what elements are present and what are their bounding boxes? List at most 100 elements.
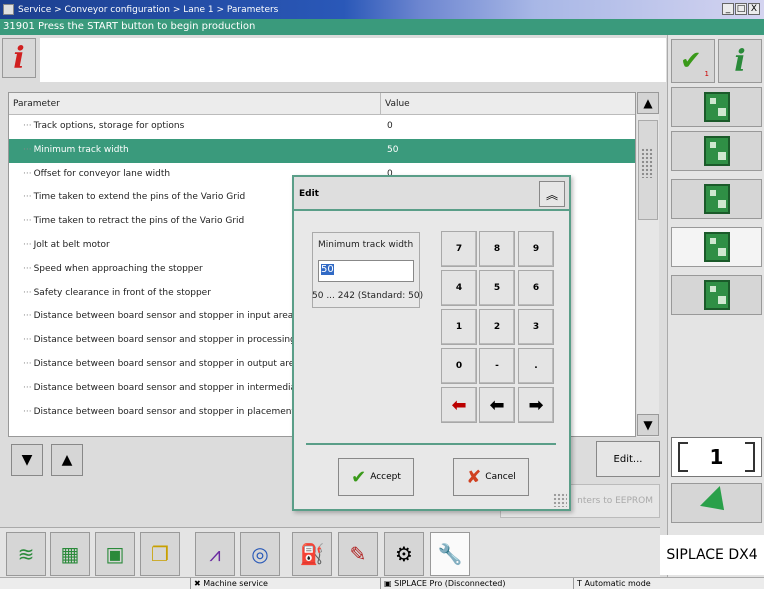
confirm-button[interactable]: ✔ 1 xyxy=(671,39,715,83)
maximize-button[interactable]: □ xyxy=(735,3,747,15)
close-icon: ✘ xyxy=(466,466,482,488)
document-icon: ❐ xyxy=(151,542,169,566)
edit-button[interactable]: Edit... xyxy=(596,441,660,477)
keypad-key[interactable]: 7 xyxy=(441,231,477,267)
column-header-value[interactable]: Value xyxy=(381,93,410,114)
toolbar-board-button[interactable]: ▣ xyxy=(95,532,135,576)
board-icon: ▣ xyxy=(105,542,125,566)
parameter-name: Minimum track width xyxy=(9,139,381,163)
resize-grip-icon[interactable] xyxy=(553,493,567,507)
left-arrow-icon: ⬅ xyxy=(489,394,505,416)
status-message: 31901 Press the START button to begin pr… xyxy=(0,19,764,35)
accept-label: Accept xyxy=(370,472,401,482)
back-arrow-icon: ⬅ xyxy=(451,394,467,416)
keypad-key[interactable]: 2 xyxy=(479,309,515,345)
board-pencil-icon xyxy=(703,232,730,262)
stack-icon: ≋ xyxy=(17,542,35,566)
board-gears-icon xyxy=(703,280,730,310)
keypad-key[interactable]: . xyxy=(518,348,554,384)
board-module-button[interactable] xyxy=(671,131,762,171)
board-icon xyxy=(703,136,730,166)
collapse-button[interactable]: ︽ xyxy=(539,181,565,207)
green-arrow-icon xyxy=(699,486,734,520)
table-row[interactable]: Track options, storage for options 0 xyxy=(9,115,635,139)
scroll-up-button[interactable]: ▲ xyxy=(637,92,659,114)
table-header: Parameter Value xyxy=(9,93,635,115)
wrench-icon: 🔧 xyxy=(437,542,463,566)
keypad-key[interactable]: 5 xyxy=(479,270,515,306)
status-pro: ▣ SIPLACE Pro (Disconnected) xyxy=(380,578,505,589)
keypad-key[interactable]: 6 xyxy=(518,270,554,306)
toolbar-oil-button[interactable]: ⛽ xyxy=(292,532,332,576)
conveyor-service-button[interactable] xyxy=(671,87,762,127)
toolbar-settings-button[interactable]: ⚙ xyxy=(384,532,424,576)
board-settings-button[interactable] xyxy=(671,275,762,315)
keypad-key[interactable]: - xyxy=(479,348,515,384)
value-input[interactable]: 50 xyxy=(318,260,414,282)
parameter-value: 50 xyxy=(387,144,399,155)
keypad-key[interactable]: 9 xyxy=(518,231,554,267)
grid-icon: ▦ xyxy=(60,542,80,566)
keypad-key[interactable]: 1 xyxy=(441,309,477,345)
toolbar-service-button[interactable]: 🔧 xyxy=(430,532,470,576)
cancel-button[interactable]: ✘ Cancel xyxy=(453,458,529,496)
status-bar: ✖ Machine service ▣ SIPLACE Pro (Disconn… xyxy=(0,577,764,589)
row-up-button[interactable]: ▲ xyxy=(51,444,83,476)
info-button[interactable]: i xyxy=(2,38,36,78)
keypad-key[interactable]: 0 xyxy=(441,348,477,384)
checkmark-icon: ✔ xyxy=(680,46,702,76)
keypad-key[interactable]: 3 xyxy=(518,309,554,345)
table-scrollbar[interactable]: ▲ ▼ xyxy=(637,92,659,437)
info-icon: i xyxy=(734,43,746,79)
right-arrow-icon: ➡ xyxy=(528,394,544,416)
camera-lens-icon: ◎ xyxy=(251,542,269,566)
minimize-button[interactable]: _ xyxy=(722,3,734,15)
dialog-title: Edit xyxy=(294,177,569,211)
keypad-key[interactable]: 4 xyxy=(441,270,477,306)
lane-selector[interactable]: 1 xyxy=(671,437,762,477)
confirm-count: 1 xyxy=(704,70,709,78)
parameter-name: Track options, storage for options xyxy=(9,115,381,139)
field-label: Minimum track width xyxy=(318,240,414,250)
cancel-label: Cancel xyxy=(485,472,516,482)
scroll-down-button[interactable]: ▼ xyxy=(637,414,659,436)
close-button[interactable]: X xyxy=(748,3,760,15)
cursor-left-key[interactable]: ⬅ xyxy=(479,387,515,423)
oil-can-icon: ⛽ xyxy=(299,542,325,566)
brand-label: SIPLACE DX4 xyxy=(660,535,764,575)
status-auto: T Automatic mode xyxy=(573,578,651,589)
range-hint: 50 ... 242 (Standard: 50) xyxy=(312,291,424,301)
right-panel: ✔ 1 i 1 xyxy=(667,35,764,578)
message-area xyxy=(40,38,666,82)
backspace-key[interactable]: ⬅ xyxy=(441,387,477,423)
board-edit-button[interactable] xyxy=(671,227,762,267)
table-row[interactable]: Minimum track width 50 xyxy=(9,138,635,163)
column-header-parameter[interactable]: Parameter xyxy=(9,93,381,114)
dialog-divider xyxy=(306,443,556,445)
toolbar-grid-button[interactable]: ▦ xyxy=(50,532,90,576)
parameter-value: 0 xyxy=(387,121,393,131)
board-wrench-icon xyxy=(703,92,730,122)
cursor-right-key[interactable]: ➡ xyxy=(518,387,554,423)
window-title-bar: Service > Conveyor configuration > Lane … xyxy=(0,0,764,19)
toolbar-tool-button[interactable]: ✎ xyxy=(338,532,378,576)
row-down-button[interactable]: ▼ xyxy=(11,444,43,476)
toolbar-stack-button[interactable]: ≋ xyxy=(6,532,46,576)
accept-button[interactable]: ✔ Accept xyxy=(338,458,414,496)
board-arrows-icon xyxy=(703,184,730,214)
edit-dialog: Edit ︽ Minimum track width 50 50 ... 242… xyxy=(292,175,571,511)
help-button[interactable]: i xyxy=(718,39,762,83)
app-icon xyxy=(3,4,14,15)
toolbar-chart-button[interactable]: ⩘ xyxy=(195,532,235,576)
grip-icon xyxy=(641,148,653,178)
checkmark-icon: ✔ xyxy=(351,466,367,488)
toolbar-docs-button[interactable]: ❐ xyxy=(140,532,180,576)
keypad-key[interactable]: 8 xyxy=(479,231,515,267)
next-button[interactable] xyxy=(671,483,762,523)
status-mode: ✖ Machine service xyxy=(190,578,268,589)
toolbar-camera-button[interactable]: ◎ xyxy=(240,532,280,576)
chevron-up-icon: ︽ xyxy=(545,187,558,202)
bottom-toolbar: ≋ ▦ ▣ ❐ ⩘ ◎ ⛽ ✎ ⚙ 🔧 xyxy=(0,527,660,577)
board-transfer-button[interactable] xyxy=(671,179,762,219)
window-title: Service > Conveyor configuration > Lane … xyxy=(18,4,279,15)
